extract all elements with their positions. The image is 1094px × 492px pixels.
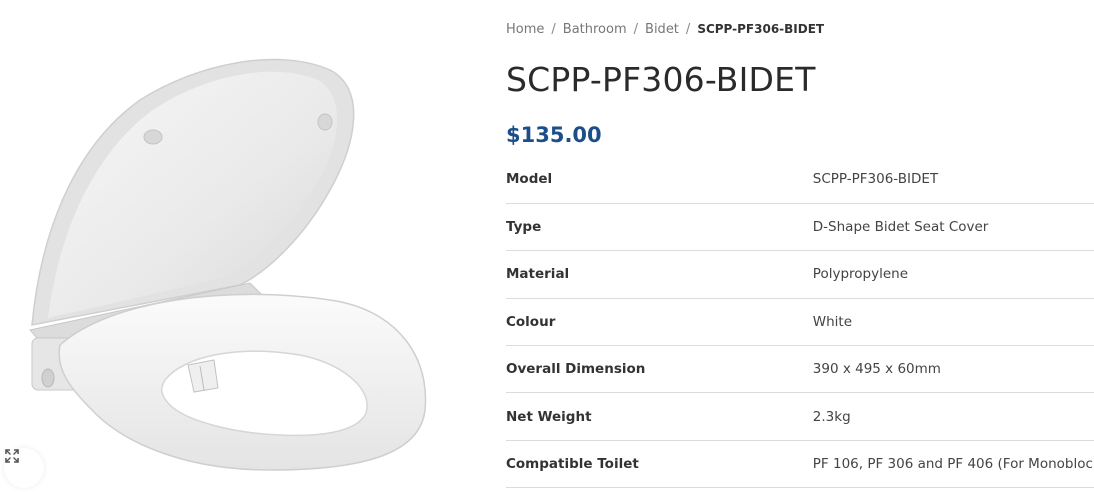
spec-row-model: Model SCPP-PF306-BIDET bbox=[506, 156, 1094, 204]
specs-table: Model SCPP-PF306-BIDET Type D-Shape Bide… bbox=[506, 156, 1094, 488]
spec-value: Polypropylene bbox=[812, 266, 908, 283]
spec-label: Compatible Toilet bbox=[506, 456, 639, 473]
breadcrumb-separator: / bbox=[551, 22, 556, 37]
spec-row-dimension: Overall Dimension 390 x 495 x 60mm bbox=[506, 346, 1094, 393]
spec-label: Material bbox=[506, 266, 570, 283]
zoom-button[interactable] bbox=[4, 448, 44, 488]
breadcrumb: Home / Bathroom / Bidet / SCPP-PF306-BIDET bbox=[506, 22, 824, 37]
expand-icon bbox=[5, 449, 19, 463]
spec-label: Colour bbox=[506, 313, 556, 330]
spec-label: Net Weight bbox=[506, 408, 592, 425]
product-image bbox=[29, 58, 427, 471]
product-title: SCPP-PF306-BIDET bbox=[506, 60, 816, 99]
spec-row-material: Material Polypropylene bbox=[506, 251, 1094, 299]
spec-label: Overall Dimension bbox=[506, 361, 646, 378]
product-gallery bbox=[0, 0, 470, 492]
spec-label: Type bbox=[506, 219, 542, 236]
breadcrumb-bidet-link[interactable]: Bidet bbox=[645, 22, 679, 37]
product-price: $135.00 bbox=[506, 123, 602, 147]
product-summary: Home / Bathroom / Bidet / SCPP-PF306-BIDET SCP… bbox=[506, 0, 1094, 492]
spec-row-compatible-toilet: Compatible Toilet PF 106, PF 306 and PF … bbox=[506, 440, 1094, 488]
breadcrumb-separator: / bbox=[685, 22, 691, 37]
spec-row-type: Type D-Shape Bidet Seat Cover bbox=[506, 203, 1094, 251]
spec-value: D-Shape Bidet Seat Cover bbox=[812, 219, 989, 236]
breadcrumb-bathroom-link[interactable]: Bathroom bbox=[563, 22, 627, 37]
breadcrumb-separator: / bbox=[633, 22, 639, 37]
spec-value: 390 x 495 x 60mm bbox=[812, 361, 941, 378]
spec-value: SCPP-PF306-BIDET bbox=[812, 171, 939, 188]
spec-row-weight: Net Weight 2.3kg bbox=[506, 393, 1094, 441]
spec-value: White bbox=[812, 313, 853, 330]
breadcrumb-current: SCPP-PF306-BIDET bbox=[697, 22, 825, 36]
spec-label: Model bbox=[506, 171, 553, 188]
spec-row-colour: Colour White bbox=[506, 298, 1094, 346]
breadcrumb-home-link[interactable]: Home bbox=[506, 22, 544, 37]
spec-value: 2.3kg bbox=[812, 408, 851, 425]
spec-value: PF 106, PF 306 and PF 406 (For Monoblock… bbox=[812, 456, 1094, 473]
